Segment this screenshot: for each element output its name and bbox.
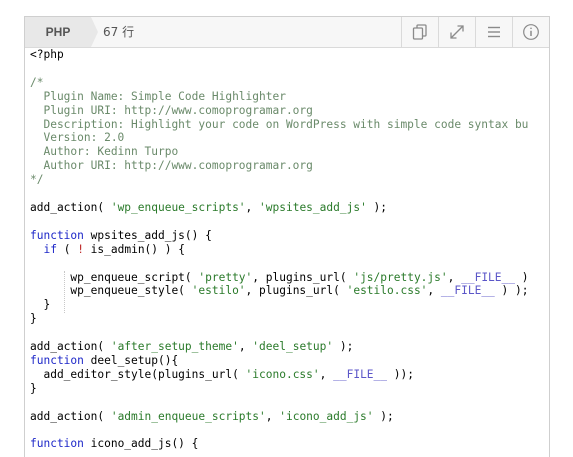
- code-line: wp_enqueue_style( 'estilo', plugins_url(…: [30, 284, 529, 298]
- menu-icon: [485, 23, 503, 41]
- code-line: */: [30, 173, 44, 187]
- code-line: add_editor_style(plugins_url( 'icono.css…: [30, 367, 414, 381]
- code-line: function wpsites_add_js() {: [30, 228, 212, 242]
- code-line: function deel_setup(){: [30, 353, 179, 367]
- code-line: function icono_add_js() {: [30, 437, 199, 451]
- code-line: add_action( 'after_setup_theme', 'deel_s…: [30, 340, 354, 354]
- code-line: Author: Kedinn Turpo: [30, 145, 179, 159]
- code-line: Author URI: http://www.comoprogramar.org: [30, 159, 313, 173]
- menu-button[interactable]: [475, 17, 512, 47]
- code-area[interactable]: <?php /* Plugin Name: Simple Code Highli…: [30, 48, 549, 457]
- info-button[interactable]: [512, 17, 549, 47]
- toolbar-actions: [401, 17, 549, 47]
- code-line: if ( ! is_admin() ) {: [43, 242, 185, 256]
- code-line: Plugin URI: http://www.comoprogramar.org: [30, 103, 313, 117]
- expand-icon: [448, 23, 466, 41]
- indent-guide: [64, 271, 65, 313]
- code-line: <?php: [30, 48, 64, 61]
- code-line: Version: 2.0: [30, 131, 125, 145]
- code-toolbar: PHP 67 行: [25, 17, 549, 48]
- copy-icon: [411, 23, 429, 41]
- code-line: wp_enqueue_script( 'pretty', plugins_url…: [30, 270, 536, 284]
- language-label-arrow: [91, 17, 98, 47]
- copy-button[interactable]: [401, 17, 438, 47]
- code-line: }: [30, 381, 37, 395]
- info-icon: [522, 23, 540, 41]
- code-line: /*: [30, 75, 44, 89]
- code-line: add_action( 'admin_enqueue_scripts', 'ic…: [30, 409, 394, 423]
- expand-button[interactable]: [438, 17, 475, 47]
- language-label: PHP: [25, 17, 91, 47]
- code-line: Description: Highlight your code on Word…: [30, 117, 529, 131]
- code-block: PHP 67 行 <?php /* Plugin Name: Simple Co…: [24, 16, 550, 457]
- line-count: 67 行: [103, 25, 135, 39]
- code-line: Plugin Name: Simple Code Highlighter: [30, 89, 286, 103]
- code-content: <?php /* Plugin Name: Simple Code Highli…: [30, 48, 549, 451]
- code-line: }: [30, 298, 51, 312]
- code-line: }: [30, 312, 37, 326]
- code-line: add_action( 'wp_enqueue_scripts', 'wpsit…: [30, 200, 388, 214]
